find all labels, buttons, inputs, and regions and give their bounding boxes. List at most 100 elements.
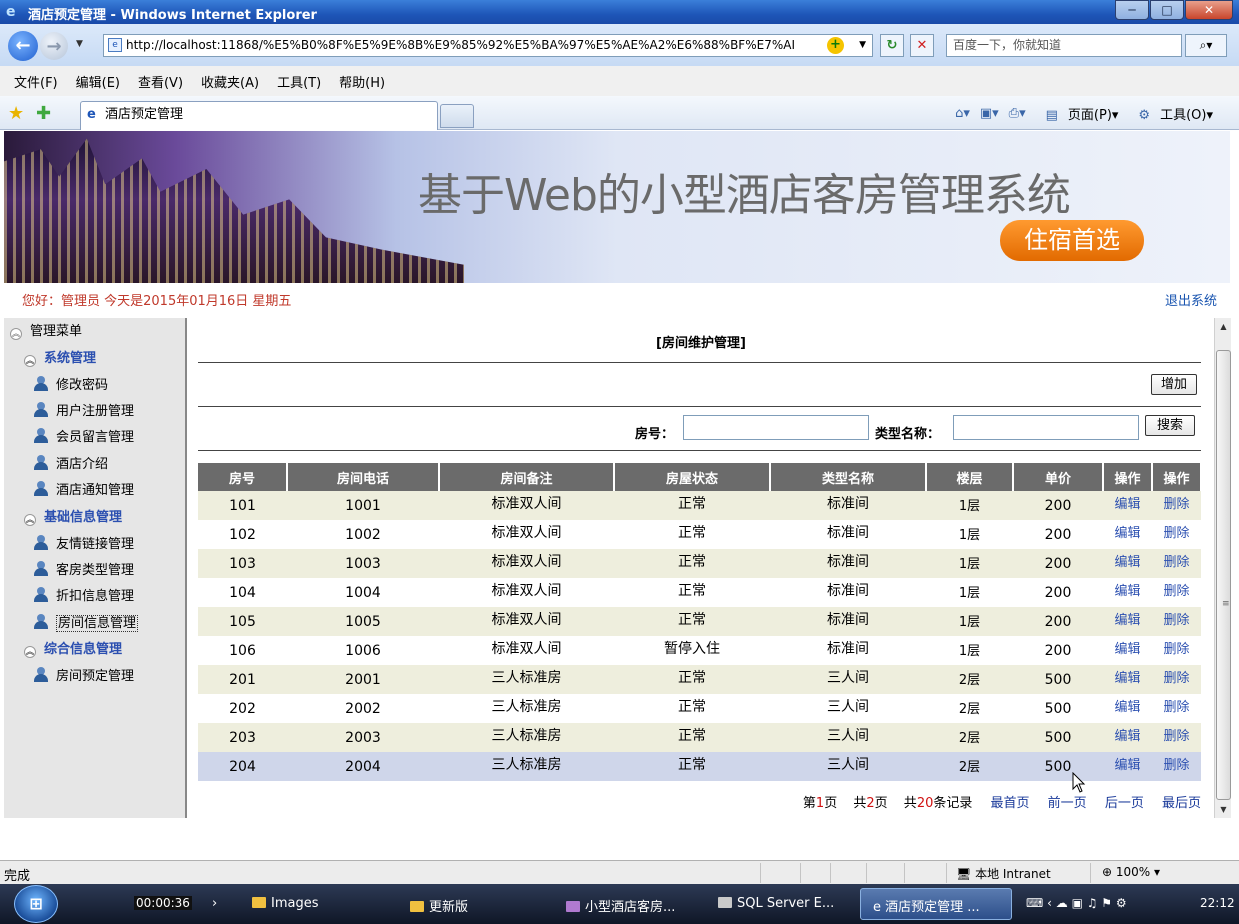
menu-tools[interactable]: 工具(T) [277,72,321,91]
address-input[interactable]: e http://localhost:11868/%E5%B0%8F%E5%9E… [103,34,873,57]
taskbar-item-updated[interactable]: 更新版 [410,896,468,915]
sidebar-item-change-password[interactable]: 修改密码 [34,374,108,398]
edit-link[interactable]: 编辑 [1114,671,1140,686]
favorites-star-icon[interactable]: ★ [8,103,24,124]
compat-view-icon[interactable]: + [827,37,844,54]
edit-link[interactable]: 编辑 [1114,729,1140,744]
minimize-button[interactable]: ─ [1115,0,1149,20]
edit-link[interactable]: 编辑 [1114,758,1140,773]
menu-view[interactable]: 查看(V) [138,72,183,91]
edit-link[interactable]: 编辑 [1114,526,1140,541]
menu-edit[interactable]: 编辑(E) [76,72,120,91]
search-input[interactable]: 百度一下，你就知道 [946,34,1182,57]
page-menu[interactable]: ▤ 页面(P)▾ [1036,104,1119,123]
taskbar-item-images[interactable]: Images [252,896,319,911]
sidebar-group-basic-info[interactable]: ︽ 基础信息管理 [24,506,122,530]
cell-floor: 1层 [926,578,1013,607]
system-tray[interactable]: ⌨ ‹ ☁ ▣ ♫ ⚑ ⚙ [1026,896,1127,910]
stop-icon[interactable]: ✕ [910,34,934,57]
taskbar-item-ie[interactable]: e 酒店预定管理 ... [860,888,1012,920]
print-icon[interactable]: ⎙▾ [1009,106,1026,121]
scroll-up-icon[interactable]: ▲ [1215,318,1232,335]
edit-link[interactable]: 编辑 [1114,497,1140,512]
delete-link[interactable]: 删除 [1163,642,1189,657]
edit-link[interactable]: 编辑 [1114,700,1140,715]
scrollbar-thumb[interactable]: ≡ [1216,350,1231,800]
logout-link[interactable]: 退出系统 [1165,290,1217,309]
page-menu-icon: ▤ [1045,108,1058,123]
delete-link[interactable]: 删除 [1163,758,1189,773]
taskbar-item-sql-server[interactable]: SQL Server E... [718,896,834,911]
cell-edit: 编辑 [1103,723,1152,752]
forward-button[interactable]: → [40,32,68,60]
add-button[interactable]: 增加 [1151,374,1197,395]
room-no-input[interactable] [683,415,869,440]
delete-link[interactable]: 删除 [1163,555,1189,570]
delete-link[interactable]: 删除 [1163,613,1189,628]
refresh-icon[interactable]: ↻ [880,34,904,57]
back-button[interactable]: ← [8,31,38,61]
cell-edit: 编辑 [1103,578,1152,607]
home-icon[interactable]: ⌂▾ [955,106,970,121]
menu-help[interactable]: 帮助(H) [339,72,385,91]
new-tab-button[interactable] [440,104,474,128]
sidebar-item-hotel-intro[interactable]: 酒店介绍 [34,453,108,477]
sidebar-group-integrated[interactable]: ︽ 综合信息管理 [24,638,122,662]
start-button[interactable]: ⊞ [14,885,58,923]
edit-link[interactable]: 编辑 [1114,642,1140,657]
feeds-icon[interactable]: ▣▾ [980,106,999,121]
sidebar-group-system[interactable]: ︽ 系统管理 [24,347,96,371]
sidebar-item-label: 房间信息管理 [56,615,139,632]
next-page-link[interactable]: 后一页 [1105,796,1144,811]
zoom-control[interactable]: ⊕ 100% ▾ [1102,865,1160,879]
sidebar-item-room-types[interactable]: 客房类型管理 [34,559,134,583]
search-icon[interactable]: ⌕▾ [1185,34,1227,57]
close-button[interactable]: ✕ [1185,0,1233,20]
cell-edit: 编辑 [1103,520,1152,549]
tools-menu[interactable]: ⚙ 工具(O)▾ [1128,104,1213,123]
sidebar-item-room-info[interactable]: 房间信息管理 [34,612,139,636]
total-pages: 2 [866,796,875,811]
delete-link[interactable]: 删除 [1163,584,1189,599]
maximize-button[interactable]: □ [1150,0,1184,20]
cell-room-phone: 1006 [287,636,439,665]
edit-link[interactable]: 编辑 [1114,613,1140,628]
vertical-scrollbar[interactable]: ▲ ≡ ▼ [1214,318,1231,818]
search-button[interactable]: 搜索 [1145,415,1195,436]
prev-page-link[interactable]: 前一页 [1048,796,1087,811]
column-header: 类型名称 [770,463,927,491]
type-name-input[interactable] [953,415,1139,440]
sidebar-item-discounts[interactable]: 折扣信息管理 [34,585,134,609]
address-dropdown-icon[interactable]: ▼ [859,35,866,56]
edit-link[interactable]: 编辑 [1114,555,1140,570]
taskbar-chevron-icon[interactable]: › [212,896,217,911]
history-dropdown-icon[interactable]: ▼ [76,39,83,49]
menu-file[interactable]: 文件(F) [14,72,58,91]
delete-link[interactable]: 删除 [1163,729,1189,744]
cell-delete: 删除 [1152,607,1201,636]
menu-favorites[interactable]: 收藏夹(A) [201,72,259,91]
window-title: 酒店预定管理 - Windows Internet Explorer [28,8,317,23]
scroll-down-icon[interactable]: ▼ [1215,801,1232,818]
sidebar-item-room-booking[interactable]: 房间预定管理 [34,665,134,689]
edit-link[interactable]: 编辑 [1114,584,1140,599]
tab-hotel-booking[interactable]: e 酒店预定管理 [80,101,438,130]
sidebar-item-user-registration[interactable]: 用户注册管理 [34,400,134,424]
delete-link[interactable]: 删除 [1163,671,1189,686]
sidebar-root[interactable]: ︽ 管理菜单 [10,320,82,344]
delete-link[interactable]: 删除 [1163,497,1189,512]
last-page-link[interactable]: 最后页 [1162,796,1201,811]
ie-icon: e [873,900,886,915]
cell-edit: 编辑 [1103,607,1152,636]
cell-room-no: 204 [198,752,287,781]
sidebar-item-label: 客房类型管理 [56,563,135,578]
add-favorite-icon[interactable]: ✚ [36,103,51,124]
first-page-link[interactable]: 最首页 [991,796,1030,811]
sidebar-item-friend-links[interactable]: 友情链接管理 [34,533,134,557]
sidebar-item-hotel-notices[interactable]: 酒店通知管理 [34,479,134,503]
taskbar-item-visual-studio[interactable]: 小型酒店客房... [566,896,675,915]
sidebar-item-member-messages[interactable]: 会员留言管理 [34,426,134,450]
delete-link[interactable]: 删除 [1163,526,1189,541]
delete-link[interactable]: 删除 [1163,700,1189,715]
gear-icon: ⚙ [1138,108,1151,123]
